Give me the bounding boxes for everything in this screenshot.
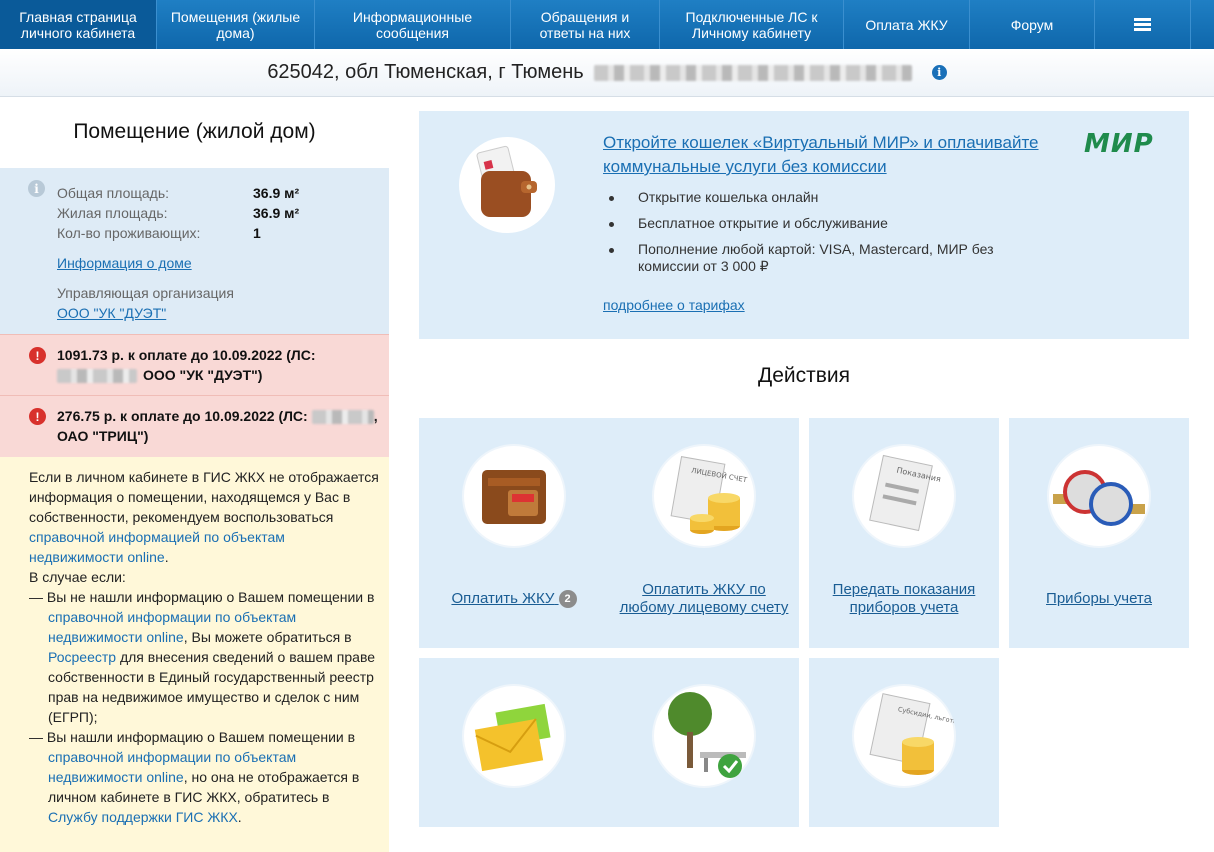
nav-requests[interactable]: Обращения и ответы на них — [511, 0, 660, 49]
promo-bullet: Открытие кошелька онлайн — [605, 189, 1025, 206]
promo-bullets: Открытие кошелька онлайн Бесплатное откр… — [605, 189, 1025, 284]
account-redacted — [57, 369, 137, 384]
account-coins-icon: ЛИЦЕВОЙ СЧЕТ — [654, 446, 754, 546]
note-text: Если в личном кабинете в ГИС ЖКХ не отоб… — [29, 469, 379, 525]
alert-text: 1091.73 р. к оплате до 10.09.2022 (ЛС: — [57, 347, 316, 363]
readings-paper-icon: Показания — [854, 446, 954, 546]
premises-title: Помещение (жилой дом) — [73, 120, 316, 143]
residents-value: 1 — [253, 225, 261, 241]
improvement-tile[interactable] — [609, 658, 799, 827]
nav-connected-accounts[interactable]: Подключенные ЛС к Личному кабинету — [660, 0, 844, 49]
meters-tile[interactable]: Приборы учета — [1009, 418, 1189, 648]
nav-premises[interactable]: Помещения (жилые дома) — [157, 0, 315, 49]
total-area-label: Общая площадь: — [57, 185, 170, 201]
messages-tile[interactable] — [419, 658, 609, 827]
nav-forum[interactable]: Форум — [970, 0, 1095, 49]
management-link[interactable]: ООО "УК "ДУЭТ" — [57, 305, 166, 321]
nav-info-messages[interactable]: Информационные сообщения — [315, 0, 511, 49]
note-text: — Вы нашли информацию о Вашем помещении … — [29, 729, 356, 745]
residents-label: Кол-во проживающих: — [57, 225, 201, 241]
submit-readings-tile[interactable]: Показания Передать показания приборов уч… — [809, 418, 999, 648]
tariffs-link[interactable]: подробнее о тарифах — [603, 297, 745, 313]
mir-wallet-promo: Откройте кошелек «Виртуальный МИР» и опл… — [419, 111, 1189, 339]
note-paragraph: В случае если: — [29, 569, 126, 585]
management-label: Управляющая организация — [57, 285, 234, 301]
note-text: , Вы можете обратиться в — [183, 629, 352, 645]
address-text: 625042, обл Тюменская, г Тюмень — [267, 61, 584, 83]
left-panel: Помещение (жилой дом) i Общая площадь: 3… — [0, 97, 389, 852]
mir-logo: МИР — [1084, 129, 1154, 159]
address-bar: 625042, обл Тюменская, г Тюмень i — [0, 49, 1214, 97]
address-redacted — [593, 64, 912, 81]
wallet-icon — [459, 137, 555, 233]
total-area-value: 36.9 м² — [253, 185, 300, 201]
submit-readings-link[interactable]: Передать показания приборов учета — [819, 581, 989, 617]
living-area-value: 36.9 м² — [253, 205, 300, 221]
actions-title: Действия — [757, 364, 850, 387]
wallet-icon — [464, 446, 564, 546]
alert-icon: ! — [29, 408, 46, 425]
water-meters-icon — [1049, 446, 1149, 546]
subsidies-coins-icon: Субсидии, льготы — [854, 686, 959, 786]
living-area-label: Жилая площадь: — [57, 205, 168, 221]
promo-bullet: Пополнение любой картой: VISA, Mastercar… — [605, 241, 1025, 275]
payment-alert: ! 276.75 р. к оплате до 10.09.2022 (ЛС:,… — [0, 395, 389, 457]
info-icon: i — [28, 180, 45, 197]
account-redacted — [311, 410, 374, 425]
payment-alert: ! 1091.73 р. к оплате до 10.09.2022 (ЛС:… — [0, 334, 389, 395]
rosreestr-link[interactable]: Росреестр — [48, 649, 116, 665]
pay-any-account-tile[interactable]: ЛИЦЕВОЙ СЧЕТ Оплатить ЖКУ по любому лице… — [609, 418, 799, 648]
nav-home[interactable]: Главная страница личного кабинета — [0, 0, 157, 49]
note-text: . — [237, 809, 242, 825]
pending-count-badge: 2 — [558, 590, 577, 609]
note-text: — Вы не нашли информацию о Вашем помещен… — [29, 589, 375, 605]
note-paragraph: Если в личном кабинете в ГИС ЖКХ не отоб… — [29, 467, 379, 567]
hamburger-icon[interactable] — [1095, 0, 1191, 49]
info-icon[interactable]: i — [931, 65, 947, 80]
pay-any-account-link[interactable]: Оплатить ЖКУ по любому лицевому счету — [619, 581, 789, 617]
envelopes-icon — [464, 686, 564, 786]
tree-bench-icon — [654, 686, 754, 786]
premises-info-box: i Общая площадь: 36.9 м² Жилая площадь: … — [0, 168, 389, 334]
alert-icon: ! — [29, 347, 46, 364]
support-link[interactable]: Службу поддержки ГИС ЖКХ — [48, 809, 238, 825]
note-case-1: — Вы не нашли информацию о Вашем помещен… — [29, 587, 379, 727]
note-text: . — [164, 549, 169, 565]
alert-org: ООО "УК "ДУЭТ") — [143, 367, 263, 383]
note-case-2: — Вы нашли информацию о Вашем помещении … — [29, 727, 379, 827]
alert-text: 276.75 р. к оплате до 10.09.2022 (ЛС: — [57, 408, 308, 424]
subsidies-tile[interactable]: Субсидии, льготы — [809, 658, 999, 827]
promo-title-link[interactable]: Откройте кошелек «Виртуальный МИР» и опл… — [603, 131, 1073, 179]
help-note: Если в личном кабинете в ГИС ЖКХ не отоб… — [0, 457, 389, 852]
nav-payment[interactable]: Оплата ЖКУ — [844, 0, 970, 49]
top-navigation: Главная страница личного кабинета Помеще… — [0, 0, 1214, 49]
registry-link[interactable]: справочной информацией по объектам недви… — [29, 529, 285, 565]
pay-utilities-link[interactable]: Оплатить ЖКУ 2 — [429, 590, 599, 609]
meters-link[interactable]: Приборы учета — [1019, 590, 1179, 608]
alert-org: ОАО "ТРИЦ") — [57, 428, 149, 444]
promo-bullet: Бесплатное открытие и обслуживание — [605, 215, 1025, 232]
house-info-link[interactable]: Информация о доме — [57, 255, 192, 271]
pay-utilities-tile[interactable]: Оплатить ЖКУ 2 — [419, 418, 609, 648]
